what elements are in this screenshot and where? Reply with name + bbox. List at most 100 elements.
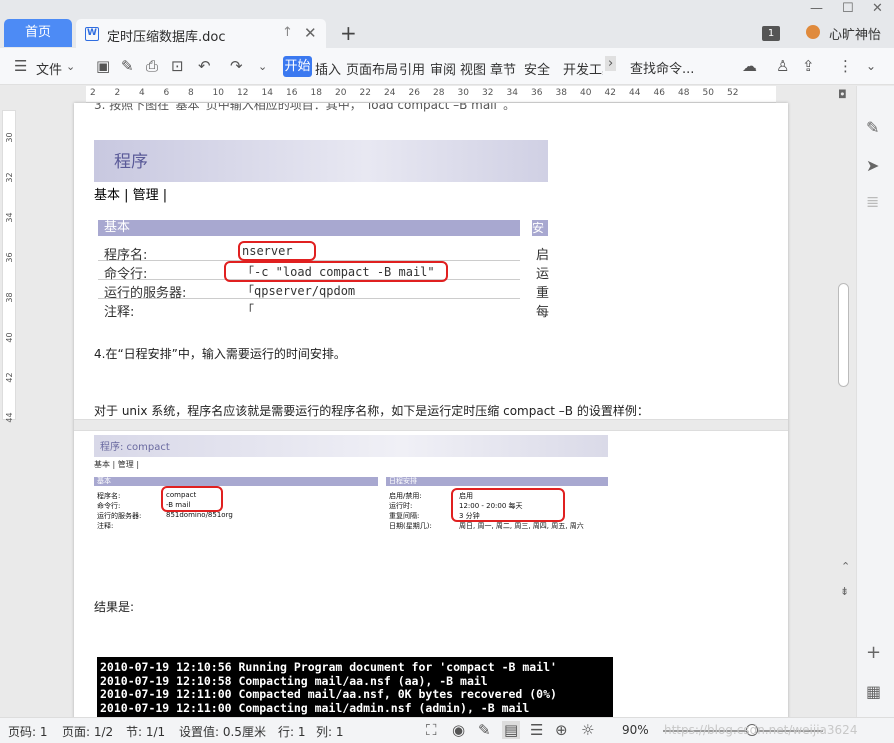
document-title: 定时压缩数据库.doc <box>107 30 226 45</box>
status-pages[interactable]: 页面: 1/2 <box>62 723 113 740</box>
print-preview-icon[interactable]: ⊡ <box>171 57 184 75</box>
cloud-sync-icon[interactable]: ☁ <box>742 57 757 75</box>
ruler-tick-label: 22 <box>359 88 371 98</box>
row-comment: 注释: 「 每 <box>98 299 549 320</box>
format-icon[interactable]: ≣ <box>866 192 879 211</box>
highlight-box <box>161 486 223 512</box>
console-line: 2010-07-19 12:11:00 Compacting mail/admi… <box>100 701 530 716</box>
ruler-tick-label: 2 <box>114 88 121 98</box>
section-basic: 基本 <box>94 477 378 486</box>
ruler-tick-label: 36 <box>5 252 14 263</box>
row-label: 重复间隔: <box>389 512 420 520</box>
ruler-tick-label: 52 <box>727 88 739 98</box>
status-column[interactable]: 列: 1 <box>316 723 344 740</box>
tab-review[interactable]: 审阅 <box>430 59 456 78</box>
menu-icon[interactable]: ☰ <box>14 57 27 75</box>
row-value: 「 <box>242 303 255 317</box>
undo-icon[interactable]: ↶ <box>198 57 211 75</box>
minimize-icon[interactable]: — <box>810 1 823 16</box>
write-mode-icon[interactable]: ✎ <box>478 721 491 739</box>
vertical-ruler[interactable]: 30 32 34 36 38 40 42 44 <box>2 110 16 423</box>
row-value: 851domino/851org <box>166 511 233 519</box>
ruler-tick-label: 32 <box>482 88 494 98</box>
highlight-box <box>224 261 448 282</box>
ruler-tick-label: 40 <box>580 88 592 98</box>
redo-icon[interactable]: ↷ <box>230 57 243 75</box>
tab-page-layout[interactable]: 页面布局 <box>346 59 398 78</box>
row-right: 重 <box>536 286 550 301</box>
ruler-tick-label: 48 <box>678 88 690 98</box>
pin-tab-icon[interactable]: ↑ <box>282 25 293 40</box>
tab-developer[interactable]: 开发工具 <box>563 59 603 78</box>
apps-grid-icon[interactable]: ▦ <box>866 682 881 701</box>
maximize-icon[interactable]: ☐ <box>842 1 854 16</box>
close-tab-icon[interactable]: ✕ <box>304 24 317 42</box>
scroll-up-icon[interactable]: ⌃ <box>841 560 850 573</box>
unix-settings-screenshot: 程序: compact 基本 | 管理 | 基本 日程安排 程序名: compa… <box>94 435 608 535</box>
row-label: 程序名: <box>97 492 121 500</box>
more-options-icon[interactable]: ⋮ <box>838 57 853 75</box>
collapse-ribbon-icon[interactable]: ⌄ <box>866 59 876 73</box>
screenshot-tabs: 基本 | 管理 | <box>94 460 140 469</box>
cursor-select-icon[interactable]: ➤ <box>866 156 879 175</box>
ruler-tick-label: 12 <box>237 88 249 98</box>
status-section[interactable]: 节: 1/1 <box>126 723 165 740</box>
command-search[interactable]: 查找命令... <box>630 58 694 77</box>
ruler-tick-label: 44 <box>5 412 14 423</box>
vertical-scrollbar[interactable] <box>837 110 851 710</box>
ruler-tick-label: 38 <box>5 292 14 303</box>
screenshot-title: 程序 <box>114 152 148 172</box>
format-painter-icon[interactable]: ✎ <box>121 57 134 75</box>
chevron-down-icon[interactable]: ⌄ <box>66 60 75 73</box>
outline-view-icon[interactable]: ☰ <box>530 721 543 739</box>
web-view-icon[interactable]: ⊕ <box>555 721 568 739</box>
row-right: 启 <box>536 248 550 263</box>
user-name[interactable]: 心旷神怡 <box>829 24 881 43</box>
tab-start[interactable]: 开始 <box>283 56 312 77</box>
tab-security[interactable]: 安全 <box>524 59 550 78</box>
section-schedule: 日程安排 <box>386 477 608 486</box>
reading-mode-icon[interactable]: ☼ <box>581 721 594 739</box>
fullscreen-icon[interactable]: ⛶ <box>426 721 437 739</box>
row-label: 启用/禁用: <box>389 492 422 500</box>
share-icon[interactable]: ⇪ <box>802 57 815 75</box>
close-window-icon[interactable]: ✕ <box>872 1 883 16</box>
ribbon-toolbar: ☰ 文件 ⌄ ▣ ✎ ⎙ ⊡ ↶ ↷ ⌄ 开始 插入 页面布局 引用 审阅 视图… <box>0 48 894 85</box>
new-tab-button[interactable]: + <box>340 21 357 45</box>
panel-toggle-icon[interactable]: ◘ <box>838 88 847 101</box>
page-view-icon[interactable]: ▤ <box>502 721 521 739</box>
status-setting[interactable]: 设置值: 0.5厘米 <box>179 723 266 740</box>
horizontal-ruler[interactable]: 2 2 4 6 8 10 12 14 16 18 20 22 24 26 28 30 32 34 36 38 40 42 4… <box>86 86 776 103</box>
eye-protect-icon[interactable]: ◉ <box>452 721 465 739</box>
row-label: 注释: <box>104 305 135 320</box>
page-break <box>74 419 788 431</box>
zoom-in-icon[interactable]: + <box>866 642 881 663</box>
row-label: 日期(星期几): <box>389 522 432 530</box>
save-icon[interactable]: ▣ <box>96 57 110 75</box>
avatar[interactable] <box>806 25 820 39</box>
result-label: 结果是: <box>94 600 135 614</box>
section-basic: 基本 <box>98 220 520 236</box>
page-down-icon[interactable]: ⇟ <box>840 585 849 598</box>
window-count-badge[interactable]: 1 <box>762 26 780 41</box>
tab-view[interactable]: 视图 <box>460 59 486 78</box>
more-chevron-icon[interactable]: ⌄ <box>258 60 267 73</box>
tab-home[interactable]: 首页 <box>4 19 72 47</box>
print-icon[interactable]: ⎙ <box>146 57 158 75</box>
cut-off-paragraph: 3. 按照下图在“基本”页中输入相应的项目：其中，“load compact –… <box>94 103 516 112</box>
tab-references[interactable]: 引用 <box>399 59 425 78</box>
zoom-level[interactable]: 90% <box>622 723 649 737</box>
tab-insert[interactable]: 插入 <box>315 59 341 78</box>
ruler-tick-label: 24 <box>384 88 396 98</box>
edit-pen-icon[interactable]: ✎ <box>866 118 879 137</box>
status-line[interactable]: 行: 1 <box>278 723 306 740</box>
scrollbar-thumb[interactable] <box>838 283 849 387</box>
scroll-right-icon[interactable]: › <box>605 56 617 71</box>
unix-note-paragraph: 对于 unix 系统，程序名应该就是需要运行的程序名称，如下是运行定时压缩 co… <box>94 404 649 418</box>
console-line: 2010-07-19 12:10:56 Running Program docu… <box>100 660 557 674</box>
collaborate-icon[interactable]: ♙ <box>776 57 789 75</box>
status-page-number[interactable]: 页码: 1 <box>8 723 48 740</box>
file-menu[interactable]: 文件 <box>36 59 62 78</box>
tab-chapter[interactable]: 章节 <box>490 59 516 78</box>
tab-document[interactable]: W 定时压缩数据库.doc ↑ ✕ <box>76 19 326 48</box>
